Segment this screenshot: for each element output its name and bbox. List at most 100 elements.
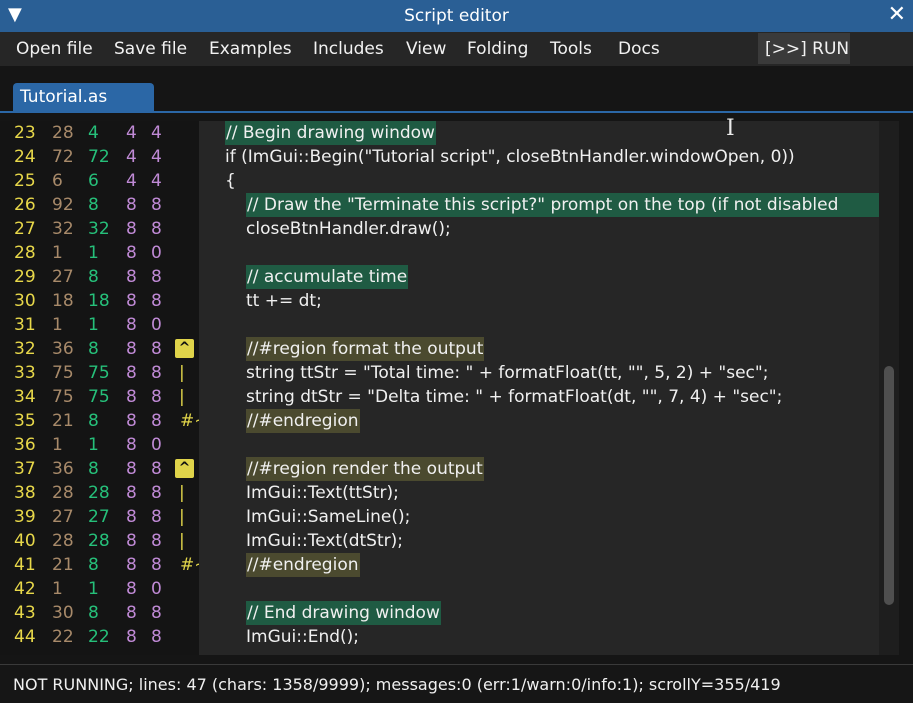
- indent-value: 8: [126, 483, 137, 503]
- status-bar: NOT RUNNING; lines: 47 (chars: 1358/9999…: [0, 664, 913, 703]
- code-line[interactable]: //#endregion: [199, 409, 899, 433]
- menu-tools[interactable]: Tools: [550, 39, 592, 59]
- fold-region-marker: |: [179, 531, 185, 551]
- char-count: 21: [52, 411, 74, 431]
- run-button[interactable]: [>>] RUN: [758, 33, 850, 64]
- code-line[interactable]: //#region format the output: [199, 337, 899, 361]
- menu-folding[interactable]: Folding: [467, 39, 528, 59]
- indent-value: 4: [126, 123, 137, 143]
- code-line[interactable]: //#endregion: [199, 553, 899, 577]
- indent-level: 8: [151, 291, 162, 311]
- char-count: 30: [52, 603, 74, 623]
- code-line[interactable]: [199, 433, 899, 457]
- line-number: 28: [14, 243, 36, 263]
- code-line[interactable]: tt += dt;: [199, 289, 899, 313]
- line-number: 26: [14, 195, 36, 215]
- fold-toggle-button[interactable]: ^: [175, 339, 194, 358]
- line-number: 25: [14, 171, 36, 191]
- indent-level: 0: [151, 435, 162, 455]
- code-line[interactable]: ImGui::SameLine();: [199, 505, 899, 529]
- trimmed-count: 8: [88, 411, 99, 431]
- menu-includes[interactable]: Includes: [313, 39, 384, 59]
- gutter-row: 30 18 18 8 8: [0, 289, 205, 313]
- code-line[interactable]: string dtStr = "Delta time: " + formatFl…: [199, 385, 899, 409]
- char-count: 92: [52, 195, 74, 215]
- indent-value: 4: [126, 171, 137, 191]
- code-line[interactable]: [199, 577, 899, 601]
- trimmed-count: 75: [88, 387, 110, 407]
- gutter-row: 23 28 4 4 4: [0, 121, 205, 145]
- trimmed-count: 75: [88, 363, 110, 383]
- code-line[interactable]: // Begin drawing window: [199, 121, 899, 145]
- line-number: 29: [14, 267, 36, 287]
- menu-save-file[interactable]: Save file: [114, 39, 187, 59]
- trimmed-count: 72: [88, 147, 110, 167]
- code-text: if (ImGui::Begin("Tutorial script", clos…: [225, 147, 795, 167]
- code-line[interactable]: ImGui::Text(ttStr);: [199, 481, 899, 505]
- code-line[interactable]: //#region render the output: [199, 457, 899, 481]
- menu-open-file[interactable]: Open file: [16, 39, 93, 59]
- code-line[interactable]: closeBtnHandler.draw();: [199, 217, 899, 241]
- indent-level: 8: [151, 363, 162, 383]
- comment-text: // Begin drawing window: [225, 121, 436, 145]
- char-count: 32: [52, 219, 74, 239]
- scrollbar-thumb[interactable]: [884, 366, 894, 605]
- menu-examples[interactable]: Examples: [209, 39, 292, 59]
- trimmed-count: 8: [88, 555, 99, 575]
- code-line[interactable]: [199, 313, 899, 337]
- tab-tutorial[interactable]: Tutorial.as: [13, 83, 154, 111]
- menu-docs[interactable]: Docs: [618, 39, 660, 59]
- indent-level: 8: [151, 483, 162, 503]
- code-line[interactable]: ImGui::Text(dtStr);: [199, 529, 899, 553]
- gutter-row: 39 27 27 8 8 |: [0, 505, 205, 529]
- close-icon[interactable]: ✕: [888, 2, 906, 27]
- code-line[interactable]: ImGui::End();: [199, 625, 899, 649]
- indent-level: 8: [151, 507, 162, 527]
- trimmed-count: 8: [88, 267, 99, 287]
- line-number: 33: [14, 363, 36, 383]
- fold-region-marker: |: [179, 363, 185, 383]
- line-number: 39: [14, 507, 36, 527]
- line-number: 37: [14, 459, 36, 479]
- code-editor[interactable]: // Begin drawing window if (ImGui::Begin(…: [199, 121, 899, 655]
- char-count: 1: [52, 243, 63, 263]
- title-bar[interactable]: ▼ Script editor ✕: [0, 0, 913, 32]
- tab-underline: [0, 111, 913, 113]
- fold-region-marker: |: [179, 387, 185, 407]
- indent-level: 8: [151, 339, 162, 359]
- code-line[interactable]: [199, 241, 899, 265]
- menu-view[interactable]: View: [406, 39, 446, 59]
- trimmed-count: 32: [88, 219, 110, 239]
- indent-level: 8: [151, 603, 162, 623]
- gutter-row: 28 1 1 8 0: [0, 241, 205, 265]
- char-count: 22: [52, 627, 74, 647]
- code-line[interactable]: // End drawing window: [199, 601, 899, 625]
- code-line[interactable]: {: [199, 169, 899, 193]
- gutter-row: 38 28 28 8 8 |: [0, 481, 205, 505]
- trimmed-count: 1: [88, 243, 99, 263]
- line-number: 36: [14, 435, 36, 455]
- fold-region-marker: |: [179, 507, 185, 527]
- fold-toggle-button[interactable]: ^: [175, 459, 194, 478]
- indent-level: 4: [151, 147, 162, 167]
- code-line[interactable]: if (ImGui::Begin("Tutorial script", clos…: [199, 145, 899, 169]
- indent-value: 8: [126, 579, 137, 599]
- trimmed-count: 1: [88, 579, 99, 599]
- gutter-row: 37 36 8 8 8 ^: [0, 457, 205, 481]
- code-line[interactable]: string ttStr = "Total time: " + formatFl…: [199, 361, 899, 385]
- indent-level: 8: [151, 387, 162, 407]
- char-count: 1: [52, 435, 63, 455]
- char-count: 18: [52, 291, 74, 311]
- code-text: ImGui::SameLine();: [246, 507, 411, 527]
- trimmed-count: 8: [88, 603, 99, 623]
- char-count: 36: [52, 339, 74, 359]
- trimmed-count: 8: [88, 339, 99, 359]
- code-line[interactable]: // accumulate time: [199, 265, 899, 289]
- indent-value: 8: [126, 291, 137, 311]
- indent-value: 8: [126, 411, 137, 431]
- indent-level: 8: [151, 627, 162, 647]
- indent-value: 8: [126, 339, 137, 359]
- region-text: //#endregion: [246, 409, 360, 433]
- char-count: 75: [52, 363, 74, 383]
- code-line[interactable]: // Draw the "Terminate this script?" pro…: [199, 193, 899, 217]
